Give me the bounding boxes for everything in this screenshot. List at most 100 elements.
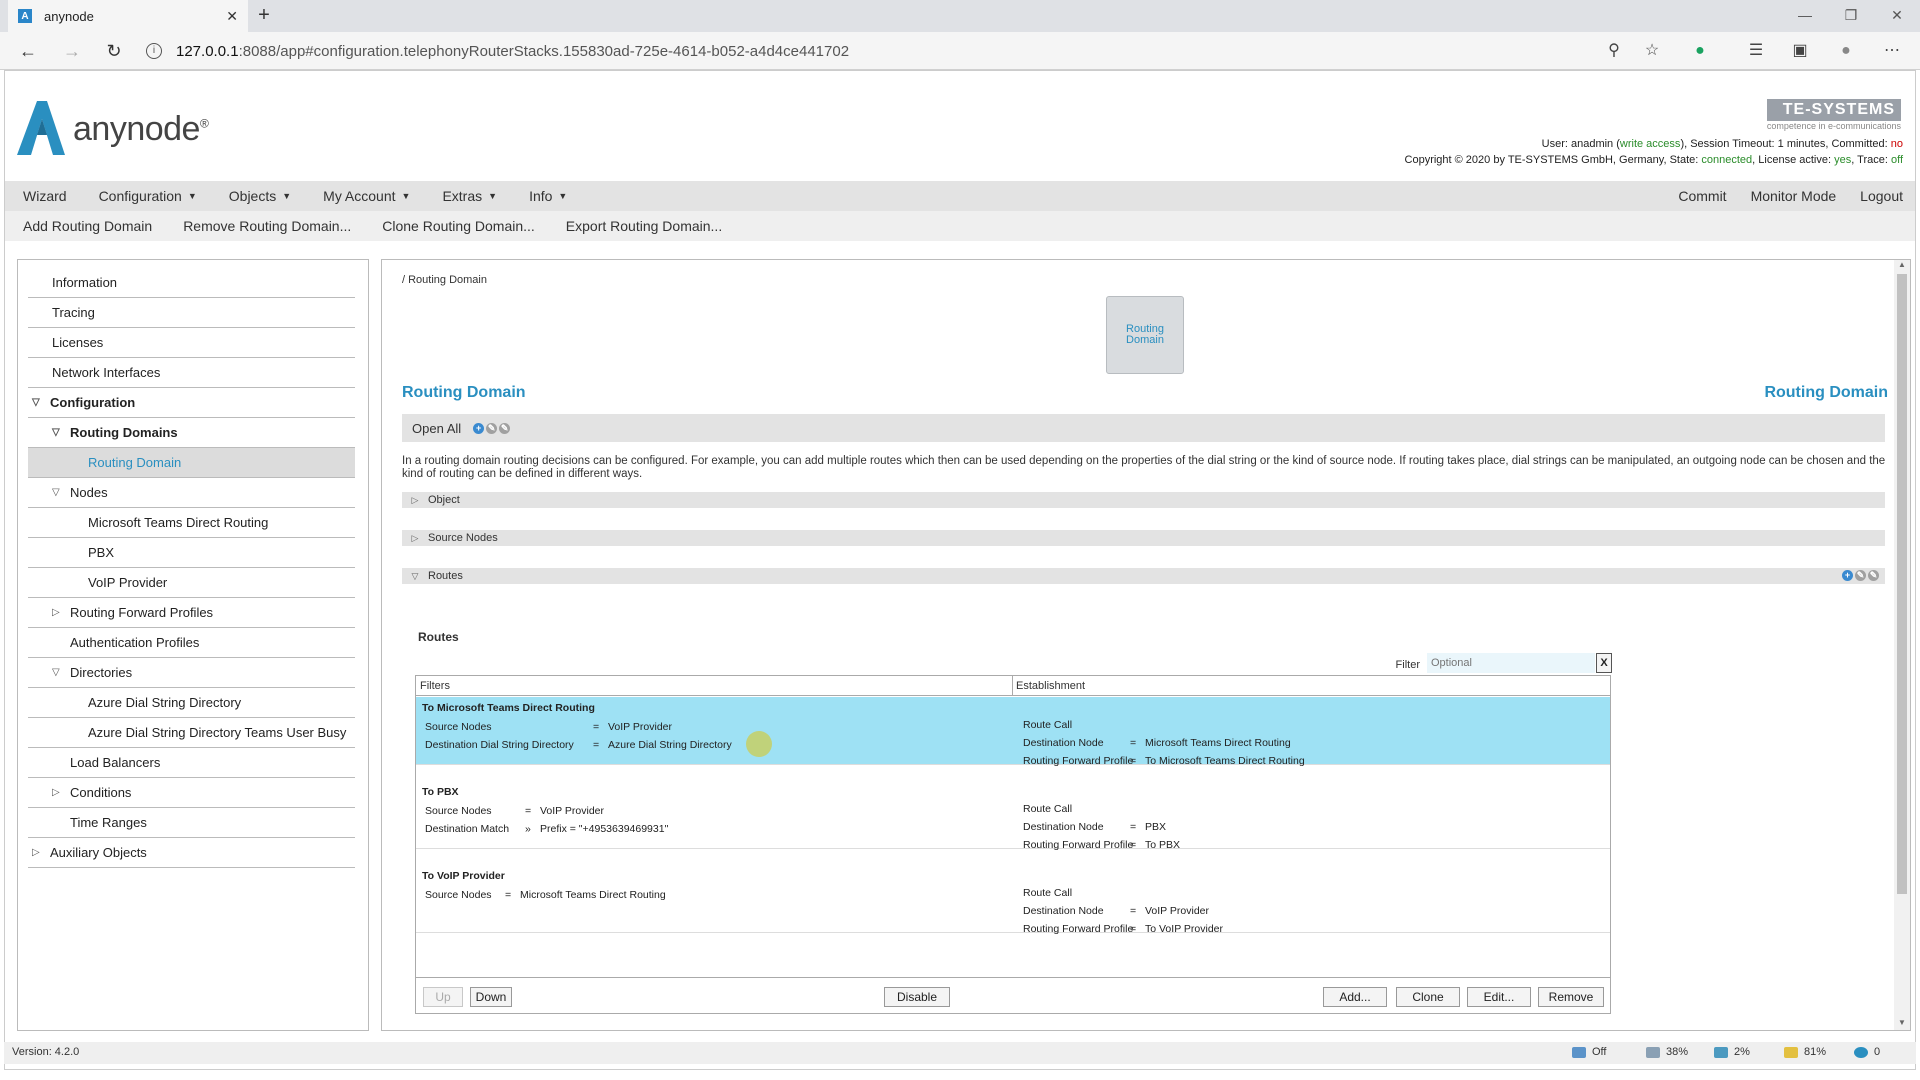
- te-systems-logo: TE-SYSTEMS competence in e-communication…: [1766, 99, 1901, 131]
- memory-status[interactable]: 81%: [1784, 1046, 1826, 1058]
- filter-clear-button[interactable]: X: [1596, 653, 1612, 673]
- expanded-triangle-icon[interactable]: ▽: [402, 571, 428, 582]
- tree-item-licenses[interactable]: Licenses: [28, 328, 355, 358]
- filter-input[interactable]: [1427, 653, 1595, 673]
- add-button[interactable]: Add...: [1323, 987, 1387, 1007]
- menu-configuration[interactable]: Configuration ▼: [81, 188, 211, 204]
- open-all-bar: Open All + ✎ ✎: [402, 414, 1885, 442]
- menu-my-account[interactable]: My Account ▼: [305, 188, 424, 204]
- favorite-star-icon[interactable]: ☆: [1640, 40, 1664, 64]
- tree-item-auxiliary-objects[interactable]: ▷ Auxiliary Objects: [28, 838, 355, 868]
- chevron-down-icon: ▼: [282, 191, 292, 201]
- scroll-down-icon[interactable]: ▼: [1894, 1018, 1910, 1030]
- cpu-status[interactable]: 38%: [1646, 1046, 1688, 1058]
- tree-item-authentication-profiles[interactable]: Authentication Profiles: [28, 628, 355, 658]
- tree-item-node-pbx[interactable]: PBX: [28, 538, 355, 568]
- route-row[interactable]: To VoIP Provider Source Nodes = Microsof…: [416, 865, 1610, 935]
- reload-icon[interactable]: ↻: [100, 38, 128, 66]
- routing-domain-node-box[interactable]: Routing Domain: [1106, 296, 1184, 374]
- tree-item-azure-directory[interactable]: Azure Dial String Directory: [28, 688, 355, 718]
- edit-button[interactable]: Edit...: [1467, 987, 1531, 1007]
- scroll-up-icon[interactable]: ▲: [1894, 260, 1910, 272]
- back-icon[interactable]: ←: [14, 38, 42, 66]
- edit-route-icon[interactable]: ✎: [1855, 570, 1866, 581]
- browser-tab[interactable]: A anynode ✕: [8, 0, 248, 32]
- expanded-triangle-icon[interactable]: ▽: [52, 667, 64, 678]
- tree-item-routing-forward-profiles[interactable]: ▷ Routing Forward Profiles: [28, 598, 355, 628]
- restore-icon[interactable]: ❐: [1828, 0, 1874, 32]
- site-info-icon[interactable]: i: [146, 43, 162, 59]
- down-button[interactable]: Down: [470, 987, 512, 1007]
- clone-button[interactable]: Clone: [1396, 987, 1460, 1007]
- minimize-icon[interactable]: —: [1782, 0, 1828, 32]
- tree-item-tracing[interactable]: Tracing: [28, 298, 355, 328]
- grammarly-icon[interactable]: ●: [1688, 40, 1712, 64]
- tree-item-azure-directory-busy[interactable]: Azure Dial String Directory Teams User B…: [28, 718, 355, 748]
- export-routing-domain-button[interactable]: Export Routing Domain...: [548, 218, 735, 234]
- route-row[interactable]: To Microsoft Teams Direct Routing Source…: [416, 697, 1610, 767]
- remove-routing-domain-button[interactable]: Remove Routing Domain...: [165, 218, 364, 234]
- disable-button[interactable]: Disable: [884, 987, 950, 1007]
- tree-item-nodes[interactable]: ▽ Nodes: [28, 478, 355, 508]
- info-status[interactable]: 0: [1854, 1046, 1880, 1058]
- expanded-triangle-icon[interactable]: ▽: [52, 427, 64, 438]
- tree-item-node-teams[interactable]: Microsoft Teams Direct Routing: [28, 508, 355, 538]
- tree-item-information[interactable]: Information: [28, 268, 355, 298]
- new-tab-icon[interactable]: +: [252, 4, 276, 28]
- menu-monitor-mode[interactable]: Monitor Mode: [1739, 188, 1849, 204]
- collapsed-triangle-icon[interactable]: ▷: [32, 847, 44, 858]
- tree-item-load-balancers[interactable]: Load Balancers: [28, 748, 355, 778]
- navigation-tree: Information Tracing Licenses Network Int…: [17, 259, 369, 1031]
- clone-routing-domain-button[interactable]: Clone Routing Domain...: [364, 218, 548, 234]
- edit-icon[interactable]: ✎: [486, 422, 498, 434]
- section-routes[interactable]: ▽ Routes + ✎ ✎: [402, 568, 1885, 584]
- route-row[interactable]: To PBX Source Nodes = VoIP Provider Dest…: [416, 781, 1610, 851]
- expanded-triangle-icon[interactable]: ▽: [52, 487, 64, 498]
- url-field[interactable]: i 127.0.0.1:8088/app#configuration.telep…: [146, 38, 1646, 64]
- tree-item-routing-domain[interactable]: Routing Domain: [28, 448, 355, 478]
- add-icon[interactable]: +: [473, 422, 485, 434]
- tree-item-network-interfaces[interactable]: Network Interfaces: [28, 358, 355, 388]
- remove-route-icon[interactable]: ✎: [1868, 570, 1879, 581]
- profile-icon[interactable]: ●: [1834, 40, 1858, 64]
- chevron-down-icon: ▼: [401, 191, 411, 201]
- load-status[interactable]: 2%: [1714, 1046, 1750, 1058]
- up-button[interactable]: Up: [423, 987, 463, 1007]
- scrollbar-thumb[interactable]: [1897, 274, 1907, 894]
- brand-name: TE-SYSTEMS: [1766, 99, 1901, 121]
- collapsed-triangle-icon[interactable]: ▷: [402, 495, 428, 506]
- trace-status[interactable]: Off: [1572, 1046, 1606, 1058]
- tree-item-routing-domains[interactable]: ▽ Routing Domains: [28, 418, 355, 448]
- open-all-button[interactable]: Open All: [412, 421, 461, 436]
- tree-item-configuration[interactable]: ▽ Configuration: [28, 388, 355, 418]
- favorites-list-icon[interactable]: ☰: [1744, 40, 1768, 64]
- menu-commit[interactable]: Commit: [1666, 188, 1738, 204]
- more-icon[interactable]: ⋯: [1880, 40, 1904, 64]
- menu-logout[interactable]: Logout: [1848, 188, 1915, 204]
- collapsed-triangle-icon[interactable]: ▷: [52, 787, 64, 798]
- remove-button[interactable]: Remove: [1538, 987, 1604, 1007]
- section-source-nodes[interactable]: ▷ Source Nodes: [402, 530, 1885, 546]
- zoom-icon[interactable]: ⚲: [1602, 40, 1626, 64]
- window-close-icon[interactable]: ✕: [1874, 0, 1920, 32]
- remove-icon[interactable]: ✎: [499, 422, 511, 434]
- add-routing-domain-button[interactable]: Add Routing Domain: [5, 218, 165, 234]
- forward-icon[interactable]: →: [58, 38, 86, 66]
- vertical-scrollbar[interactable]: ▲ ▼: [1894, 260, 1910, 1030]
- collections-icon[interactable]: ▣: [1788, 40, 1812, 64]
- section-object[interactable]: ▷ Object: [402, 492, 1885, 508]
- breadcrumb[interactable]: / Routing Domain: [402, 274, 487, 286]
- menu-objects[interactable]: Objects ▼: [211, 188, 305, 204]
- menu-wizard[interactable]: Wizard: [5, 188, 81, 204]
- menu-extras[interactable]: Extras ▼: [424, 188, 511, 204]
- collapsed-triangle-icon[interactable]: ▷: [402, 533, 428, 544]
- tab-close-icon[interactable]: ✕: [226, 8, 238, 25]
- add-route-icon[interactable]: +: [1842, 570, 1853, 581]
- tree-item-time-ranges[interactable]: Time Ranges: [28, 808, 355, 838]
- tree-item-node-voip[interactable]: VoIP Provider: [28, 568, 355, 598]
- tree-item-directories[interactable]: ▽ Directories: [28, 658, 355, 688]
- tree-item-conditions[interactable]: ▷ Conditions: [28, 778, 355, 808]
- collapsed-triangle-icon[interactable]: ▷: [52, 607, 64, 618]
- menu-info[interactable]: Info ▼: [511, 188, 581, 204]
- expanded-triangle-icon[interactable]: ▽: [32, 397, 44, 408]
